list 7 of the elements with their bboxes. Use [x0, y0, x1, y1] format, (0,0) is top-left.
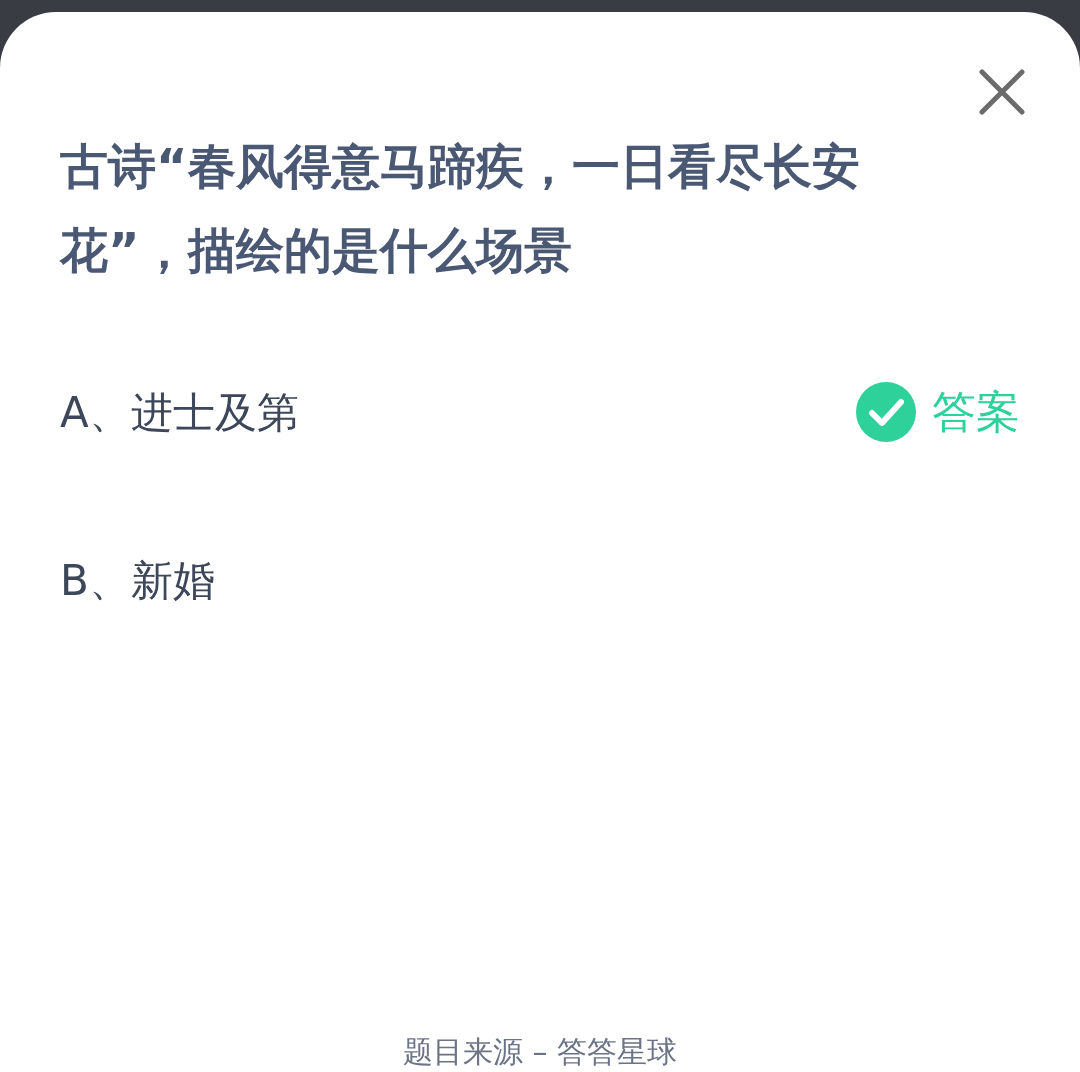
check-icon	[856, 382, 916, 442]
answer-label: 答案	[932, 385, 1020, 439]
option-text[interactable]: B、新婚	[60, 548, 215, 612]
close-icon[interactable]	[976, 66, 1028, 118]
option-text[interactable]: A、进士及第	[60, 380, 299, 444]
question-text: 古诗“春风得意马蹄疾，一日看尽长安花”，描绘的是什么场景	[60, 137, 861, 280]
source-text: 题目来源 – 答答星球	[402, 1033, 678, 1071]
